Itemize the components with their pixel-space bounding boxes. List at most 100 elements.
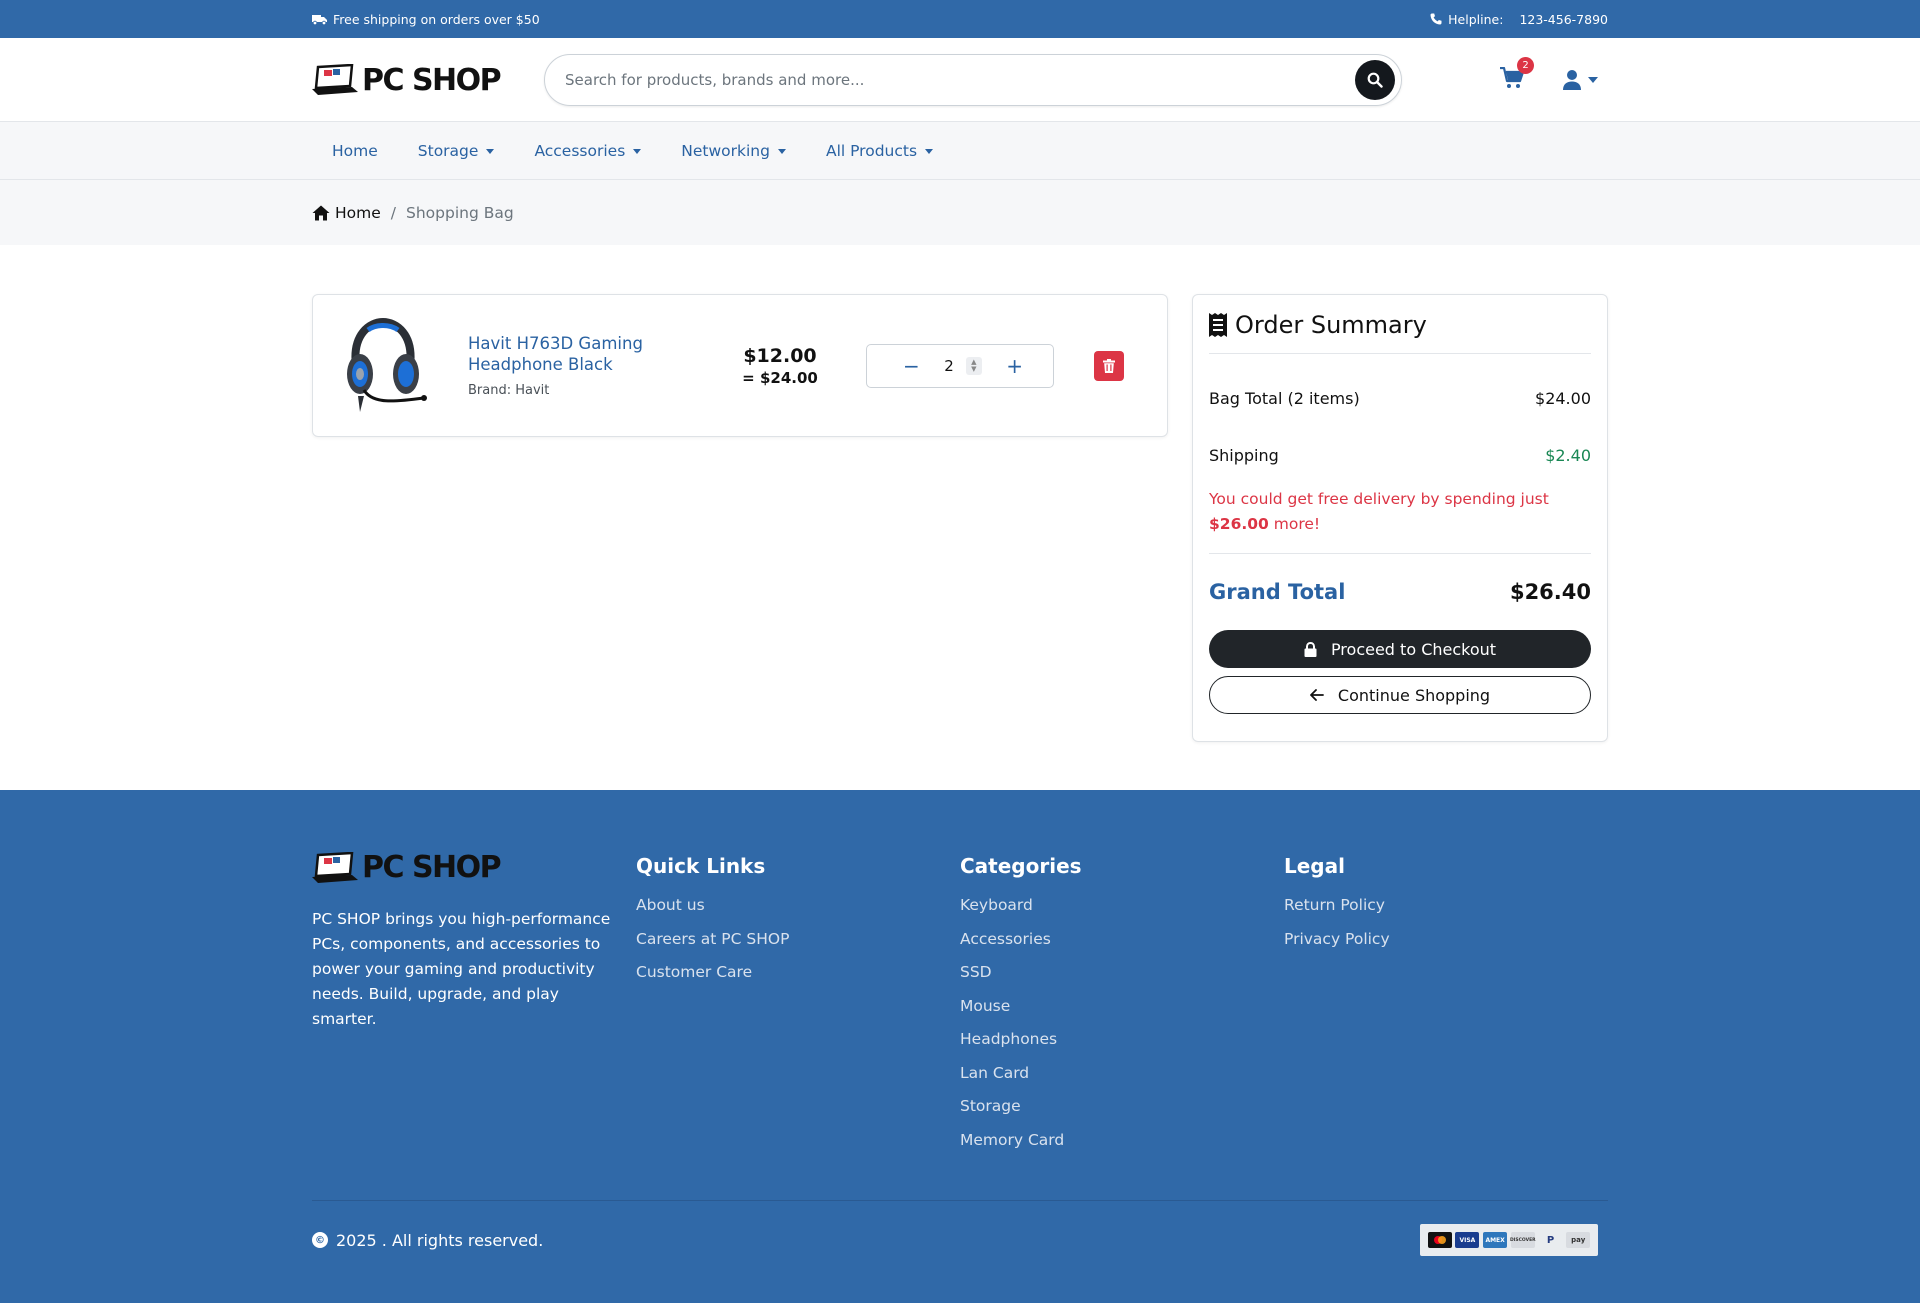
breadcrumb-home[interactable]: Home — [312, 204, 381, 222]
nav-item-label: Home — [332, 142, 378, 160]
decrease-quantity-button[interactable]: − — [903, 356, 920, 376]
line-total: = $24.00 — [742, 368, 818, 387]
site-footer: PC SHOP PC SHOP brings you high-performa… — [0, 790, 1920, 1303]
checkout-label: Proceed to Checkout — [1330, 639, 1497, 659]
product-brand: Brand: Havit — [468, 383, 550, 398]
legal-title: Legal — [1284, 854, 1345, 878]
spin-down-icon: ▼ — [971, 364, 977, 373]
user-menu-button[interactable] — [1562, 69, 1598, 91]
order-summary: Order Summary Bag Total (2 items) $24.00… — [1192, 294, 1608, 742]
home-icon — [312, 205, 330, 220]
laptop-logo-icon — [312, 64, 358, 95]
footer-link-return-policy[interactable]: Return Policy — [1284, 896, 1608, 930]
payment-methods: VISA AMEX DISCOVER P pay — [1420, 1224, 1598, 1256]
breadcrumb-home-label: Home — [335, 203, 381, 222]
logo-text: PC SHOP — [362, 62, 502, 98]
product-name-link[interactable]: Havit H763D Gaming Headphone Black — [468, 333, 688, 375]
search-icon — [1367, 72, 1383, 88]
footer-link-customer-care[interactable]: Customer Care — [636, 963, 960, 997]
chevron-down-icon — [633, 148, 642, 154]
quantity-spinner[interactable]: ▲ ▼ — [965, 356, 982, 375]
search-button[interactable] — [1355, 60, 1395, 100]
nav-item-label: Networking — [681, 142, 770, 160]
quantity-input[interactable]: 2 — [944, 357, 954, 375]
continue-label: Continue Shopping — [1337, 685, 1491, 705]
helpline: Helpline: 123-456-7890 — [1430, 12, 1608, 27]
promo-amount: $26.00 — [1209, 515, 1269, 533]
copyright-icon: © — [312, 1232, 328, 1248]
footer-logo-text: PC SHOP — [362, 850, 502, 885]
product-price: $12.00 = $24.00 — [740, 345, 820, 387]
amex-icon: AMEX — [1483, 1232, 1508, 1248]
nav-item-storage[interactable]: Storage — [418, 142, 495, 160]
proceed-to-checkout-button[interactable]: Proceed to Checkout — [1209, 630, 1591, 668]
footer-about: PC SHOP PC SHOP brings you high-performa… — [312, 850, 636, 1200]
pay-icon: pay — [1566, 1232, 1591, 1248]
footer-link-ssd[interactable]: SSD — [960, 963, 1284, 997]
footer-link-memory-card[interactable]: Memory Card — [960, 1131, 1284, 1165]
continue-shopping-button[interactable]: Continue Shopping — [1209, 676, 1591, 714]
nav-item-home[interactable]: Home — [332, 142, 378, 160]
footer-legal: Legal Return Policy Privacy Policy — [1284, 850, 1608, 1200]
increase-quantity-button[interactable]: + — [1006, 356, 1023, 376]
copyright: © 2025 . All rights reserved. — [312, 1231, 543, 1250]
cart-button[interactable]: 2 — [1500, 57, 1534, 93]
promo-suffix: more! — [1268, 515, 1321, 533]
quick-links-title: Quick Links — [636, 854, 766, 878]
chevron-down-icon — [486, 148, 495, 154]
bag-total-value: $24.00 — [1535, 389, 1591, 408]
footer-link-keyboard[interactable]: Keyboard — [960, 896, 1284, 930]
nav-item-networking[interactable]: Networking — [681, 142, 786, 160]
footer-link-privacy-policy[interactable]: Privacy Policy — [1284, 930, 1608, 964]
footer-link-lan-card[interactable]: Lan Card — [960, 1064, 1284, 1098]
product-image[interactable] — [338, 316, 428, 416]
search-input[interactable] — [565, 71, 1355, 89]
footer-link-mouse[interactable]: Mouse — [960, 997, 1284, 1031]
paypal-icon: P — [1538, 1232, 1563, 1248]
search-bar — [544, 54, 1402, 106]
nav-item-accessories[interactable]: Accessories — [534, 142, 642, 160]
breadcrumb-current: Shopping Bag — [406, 203, 514, 222]
remove-item-button[interactable] — [1094, 350, 1124, 381]
footer-link-about-us[interactable]: About us — [636, 896, 960, 930]
grand-total-row: Grand Total $26.40 — [1209, 580, 1591, 604]
shipping-value: $2.40 — [1545, 446, 1591, 465]
shipping-label: Shipping — [1209, 446, 1279, 465]
visa-icon: VISA — [1455, 1232, 1480, 1248]
breadcrumb-separator: / — [390, 203, 397, 222]
shipping-text: Free shipping on orders over $50 — [333, 11, 540, 27]
truck-icon — [312, 14, 327, 25]
promo-prefix: You could get free delivery by spending … — [1209, 490, 1549, 508]
helpline-label: Helpline: — [1448, 11, 1504, 27]
grand-total-value: $26.40 — [1509, 580, 1591, 604]
cart-item: Havit H763D Gaming Headphone Black Brand… — [312, 294, 1168, 437]
site-header: PC SHOP 2 — [0, 38, 1920, 122]
site-logo[interactable]: PC SHOP — [312, 63, 532, 98]
chevron-down-icon — [777, 148, 786, 154]
nav-item-label: All Products — [825, 142, 918, 160]
footer-link-storage[interactable]: Storage — [960, 1097, 1284, 1131]
footer-about-text: PC SHOP brings you high-performance PCs,… — [312, 910, 611, 1028]
footer-link-headphones[interactable]: Headphones — [960, 1030, 1284, 1064]
footer-link-accessories[interactable]: Accessories — [960, 930, 1284, 964]
shipping-row: Shipping $2.40 — [1209, 446, 1591, 465]
footer-link-careers[interactable]: Careers at PC SHOP — [636, 930, 960, 964]
chevron-down-icon — [925, 148, 934, 154]
footer-quick-links: Quick Links About us Careers at PC SHOP … — [636, 850, 960, 1200]
lock-icon — [1304, 641, 1317, 657]
copyright-text: 2025 . All rights reserved. — [336, 1230, 544, 1250]
nav-item-label: Storage — [417, 142, 479, 160]
footer-logo[interactable]: PC SHOP — [312, 850, 532, 885]
trash-icon — [1103, 358, 1115, 373]
helpline-number[interactable]: 123-456-7890 — [1519, 12, 1608, 27]
cart-page: Havit H763D Gaming Headphone Black Brand… — [0, 245, 1920, 790]
arrow-left-icon — [1310, 689, 1324, 701]
nav-item-all-products[interactable]: All Products — [825, 142, 934, 160]
cart-count-badge: 2 — [1517, 57, 1534, 74]
user-icon — [1563, 70, 1581, 90]
discover-icon: DISCOVER — [1510, 1232, 1536, 1248]
main-nav: Home Storage Accessories Networking All … — [0, 122, 1920, 180]
top-bar: Free shipping on orders over $50 Helplin… — [0, 0, 1920, 38]
mastercard-icon — [1427, 1232, 1452, 1248]
breadcrumb: Home / Shopping Bag — [0, 180, 1920, 245]
